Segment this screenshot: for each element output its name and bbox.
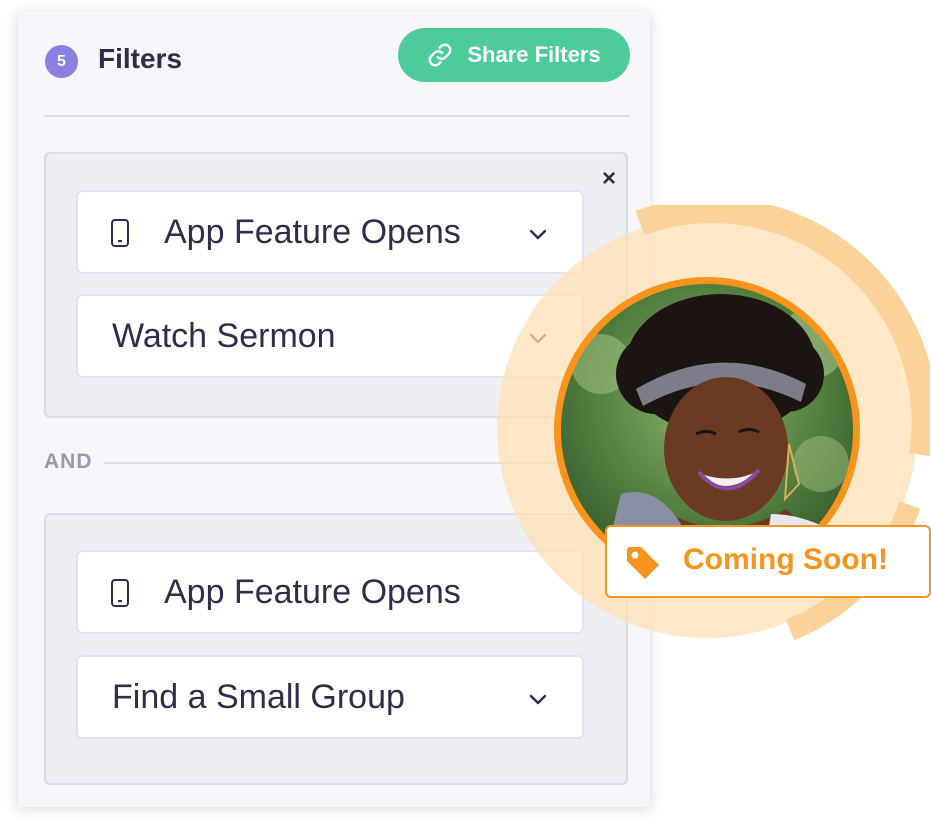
- and-label: AND: [44, 450, 93, 473]
- tag-icon: [627, 547, 659, 579]
- phone-icon: [111, 219, 129, 247]
- filters-header: 5 Filters Share Filters: [18, 12, 650, 116]
- feature-label: Watch Sermon: [112, 316, 336, 355]
- feature-select[interactable]: Find a Small Group: [76, 655, 584, 739]
- phone-icon: [111, 579, 129, 607]
- filters-title: Filters: [98, 43, 183, 74]
- share-filters-label: Share Filters: [467, 42, 601, 67]
- link-icon: [428, 43, 452, 67]
- event-type-label: App Feature Opens: [164, 212, 461, 251]
- feature-label: Find a Small Group: [112, 677, 405, 716]
- coming-soon-label: Coming Soon!: [683, 543, 888, 576]
- event-type-label: App Feature Opens: [164, 572, 461, 611]
- header-divider: [44, 115, 630, 117]
- filter-count-badge: 5: [45, 45, 78, 78]
- close-icon[interactable]: ×: [598, 167, 620, 191]
- share-filters-button[interactable]: Share Filters: [398, 28, 630, 82]
- coming-soon-badge: Coming Soon!: [605, 525, 931, 598]
- chevron-down-icon: [529, 694, 547, 705]
